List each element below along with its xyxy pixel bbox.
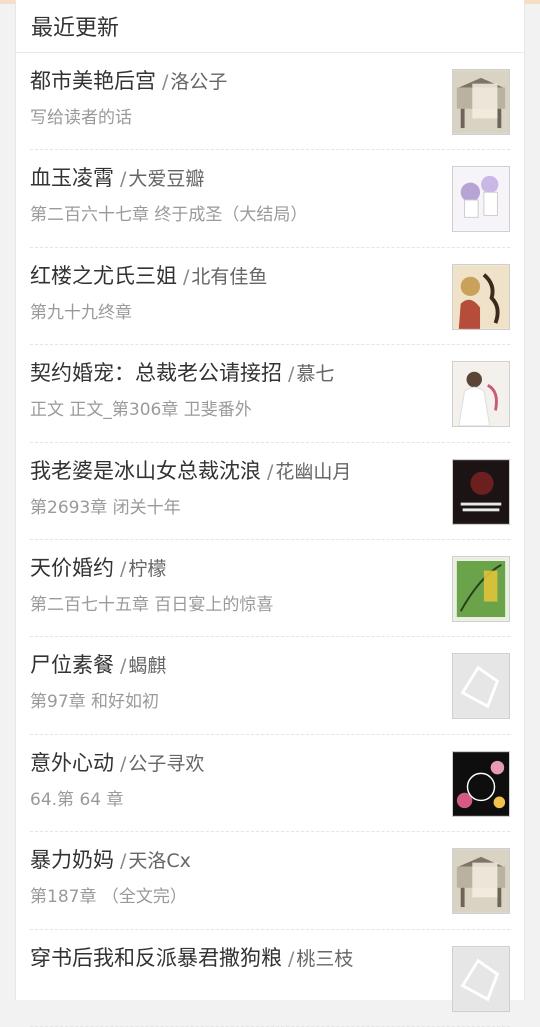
title-author-separator: /	[120, 557, 127, 580]
book-title[interactable]: 天价婚约	[30, 556, 114, 580]
book-text-block: 天价婚约 / 柠檬第二百七十五章 百日宴上的惊喜	[30, 540, 444, 617]
book-text-block: 血玉凌霄 / 大爱豆瓣第二百六十七章 终于成圣（大结局）	[30, 150, 444, 227]
book-text-block: 意外心动 / 公子寻欢 64.第 64 章	[30, 735, 444, 812]
book-text-block: 都市美艳后宫 / 洛公子写给读者的话	[30, 53, 444, 130]
book-heading: 我老婆是冰山女总裁沈浪 / 花幽山月	[30, 456, 444, 487]
book-author[interactable]: 蝎麒	[128, 655, 166, 677]
book-text-block: 尸位素餐 / 蝎麒第97章 和好如初	[30, 637, 444, 714]
book-author[interactable]: 洛公子	[170, 71, 227, 93]
book-title[interactable]: 红楼之尤氏三姐	[30, 264, 177, 288]
book-cover-image[interactable]	[452, 361, 510, 428]
book-cover-image[interactable]	[452, 848, 510, 915]
book-title[interactable]: 我老婆是冰山女总裁沈浪	[30, 459, 261, 483]
latest-chapter[interactable]: 第九十九终章	[30, 301, 444, 325]
latest-chapter[interactable]: 第2693章 闭关十年	[30, 496, 444, 520]
book-text-block: 红楼之尤氏三姐 / 北有佳鱼第九十九终章	[30, 248, 444, 325]
book-author[interactable]: 天洛Cx	[128, 850, 191, 872]
title-author-separator: /	[162, 71, 169, 93]
book-heading: 穿书后我和反派暴君撒狗粮 / 桃三枝	[30, 943, 444, 974]
book-heading: 天价婚约 / 柠檬	[30, 553, 444, 584]
book-cover-image[interactable]	[452, 653, 510, 720]
book-title[interactable]: 穿书后我和反派暴君撒狗粮	[30, 946, 282, 970]
recent-updates-panel: 最近更新 都市美艳后宫 / 洛公子 写给读者的话 血玉凌霄 / 大爱豆瓣 第二百六十七章 终于…	[15, 0, 525, 1027]
book-title[interactable]: 尸位素餐	[30, 653, 114, 677]
section-title: 最近更新	[16, 0, 524, 53]
book-text-block: 我老婆是冰山女总裁沈浪 / 花幽山月第2693章 闭关十年	[30, 443, 444, 520]
book-list-item[interactable]: 我老婆是冰山女总裁沈浪 / 花幽山月第2693章 闭关十年	[30, 443, 510, 540]
book-author[interactable]: 北有佳鱼	[191, 266, 267, 288]
book-list: 都市美艳后宫 / 洛公子 写给读者的话 血玉凌霄 / 大爱豆瓣 第二百六十七章 终于成圣（大结…	[16, 53, 524, 1027]
title-author-separator: /	[120, 752, 127, 775]
title-author-separator: /	[288, 363, 295, 386]
title-author-separator: /	[183, 265, 190, 288]
title-author-separator: /	[120, 655, 127, 678]
book-heading: 都市美艳后宫 / 洛公子	[30, 66, 444, 97]
latest-chapter[interactable]: 写给读者的话	[30, 106, 444, 130]
book-heading: 暴力奶妈 / 天洛Cx	[30, 845, 444, 876]
book-heading: 尸位素餐 / 蝎麒	[30, 650, 444, 681]
book-author[interactable]: 花幽山月	[275, 461, 351, 483]
book-cover-image[interactable]	[452, 555, 510, 622]
book-list-item[interactable]: 红楼之尤氏三姐 / 北有佳鱼第九十九终章	[30, 248, 510, 346]
book-title[interactable]: 契约婚宠：总裁老公请接招	[30, 361, 282, 385]
book-author[interactable]: 大爱豆瓣	[128, 168, 204, 190]
title-author-separator: /	[288, 947, 295, 970]
book-cover-image[interactable]	[452, 263, 510, 330]
title-author-separator: /	[120, 168, 127, 191]
book-list-item[interactable]: 暴力奶妈 / 天洛Cx 第187章 （全文完）	[30, 832, 510, 930]
book-list-item[interactable]: 尸位素餐 / 蝎麒第97章 和好如初	[30, 637, 510, 735]
book-author[interactable]: 慕七	[296, 363, 334, 385]
book-title[interactable]: 都市美艳后宫	[30, 69, 156, 93]
book-cover-image[interactable]	[452, 945, 510, 1012]
book-list-item[interactable]: 天价婚约 / 柠檬第二百七十五章 百日宴上的惊喜	[30, 540, 510, 638]
book-list-item[interactable]: 契约婚宠：总裁老公请接招 / 慕七正文 正文_第306章 卫斐番外	[30, 345, 510, 443]
book-heading: 红楼之尤氏三姐 / 北有佳鱼	[30, 261, 444, 292]
book-list-item[interactable]: 血玉凌霄 / 大爱豆瓣第二百六十七章 终于成圣（大结局）	[30, 150, 510, 248]
book-text-block: 契约婚宠：总裁老公请接招 / 慕七正文 正文_第306章 卫斐番外	[30, 345, 444, 422]
book-title[interactable]: 血玉凌霄	[30, 166, 114, 190]
book-cover-image[interactable]	[452, 458, 510, 525]
book-list-item[interactable]: 穿书后我和反派暴君撒狗粮 / 桃三枝	[30, 930, 510, 1027]
latest-chapter[interactable]: 第二百六十七章 终于成圣（大结局）	[30, 203, 444, 227]
book-heading: 血玉凌霄 / 大爱豆瓣	[30, 163, 444, 194]
book-cover-image[interactable]	[452, 166, 510, 233]
book-title[interactable]: 意外心动	[30, 751, 114, 775]
latest-chapter[interactable]: 64.第 64 章	[30, 788, 444, 812]
book-text-block: 暴力奶妈 / 天洛Cx 第187章 （全文完）	[30, 832, 444, 909]
latest-chapter[interactable]: 第97章 和好如初	[30, 690, 444, 714]
book-author[interactable]: 桃三枝	[296, 948, 353, 970]
book-author[interactable]: 公子寻欢	[128, 753, 204, 775]
book-title[interactable]: 暴力奶妈	[30, 848, 114, 872]
book-text-block: 穿书后我和反派暴君撒狗粮 / 桃三枝	[30, 930, 444, 983]
title-author-separator: /	[120, 850, 127, 873]
latest-chapter[interactable]: 第187章 （全文完）	[30, 885, 444, 909]
latest-chapter[interactable]: 正文 正文_第306章 卫斐番外	[30, 398, 444, 422]
latest-chapter[interactable]: 第二百七十五章 百日宴上的惊喜	[30, 593, 444, 617]
book-author[interactable]: 柠檬	[128, 558, 166, 580]
book-list-item[interactable]: 都市美艳后宫 / 洛公子写给读者的话	[30, 53, 510, 151]
book-heading: 意外心动 / 公子寻欢	[30, 748, 444, 779]
title-author-separator: /	[267, 460, 274, 483]
book-cover-image[interactable]	[452, 750, 510, 817]
book-list-item[interactable]: 意外心动 / 公子寻欢 64.第 64 章	[30, 735, 510, 833]
book-heading: 契约婚宠：总裁老公请接招 / 慕七	[30, 358, 444, 389]
book-cover-image[interactable]	[452, 69, 510, 135]
